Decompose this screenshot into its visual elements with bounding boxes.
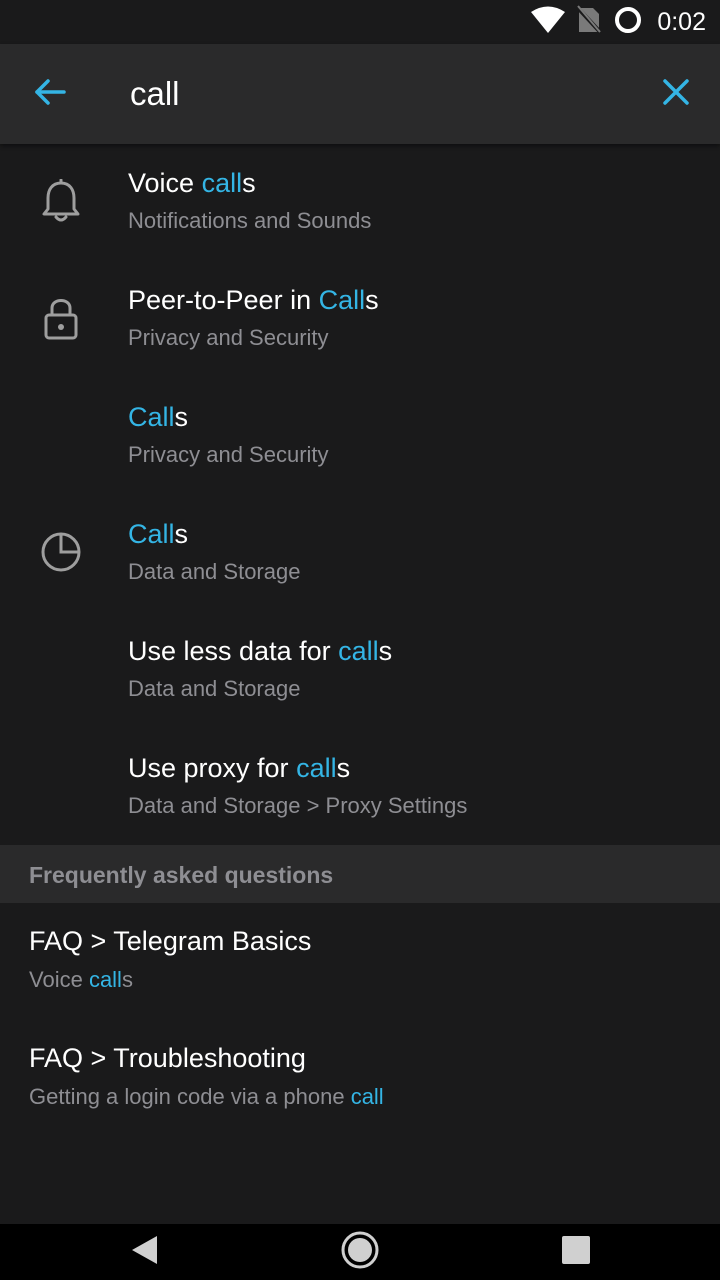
pie-chart-icon	[36, 527, 86, 577]
result-subtitle: Privacy and Security	[128, 325, 329, 350]
section-header-label: Frequently asked questions	[29, 862, 334, 888]
recents-square-icon	[561, 1235, 591, 1270]
back-triangle-icon	[129, 1234, 159, 1271]
search-app-bar	[0, 44, 720, 144]
result-item[interactable]: Calls Data and Storage	[0, 495, 720, 612]
nav-home-button[interactable]	[330, 1230, 390, 1275]
result-subtitle: Privacy and Security	[128, 442, 329, 467]
result-item[interactable]: Calls Privacy and Security	[0, 378, 720, 495]
result-title: Use proxy for calls	[128, 753, 351, 783]
search-results-list: Voice calls Notifications and Sounds Pee…	[0, 144, 720, 846]
result-item[interactable]: Peer-to-Peer in Calls Privacy and Securi…	[0, 261, 720, 378]
no-sim-icon	[575, 4, 603, 40]
search-input[interactable]	[130, 74, 600, 114]
faq-subtitle: Getting a login code via a phone call	[29, 1084, 384, 1109]
status-time: 0:02	[657, 7, 706, 36]
result-item[interactable]: Voice calls Notifications and Sounds	[0, 144, 720, 261]
sync-circle-icon	[613, 5, 643, 40]
faq-section-header: Frequently asked questions	[0, 845, 720, 903]
bell-icon	[36, 176, 86, 226]
status-bar: 0:02	[0, 0, 720, 44]
result-item[interactable]: Use less data for calls Data and Storage	[0, 612, 720, 729]
result-title: Use less data for calls	[128, 636, 393, 666]
result-item[interactable]: Use proxy for calls Data and Storage > P…	[0, 729, 720, 846]
back-button[interactable]	[26, 70, 74, 118]
home-circle-icon	[340, 1230, 380, 1275]
wifi-icon	[531, 6, 566, 39]
faq-title: FAQ > Telegram Basics	[29, 926, 312, 956]
close-icon	[662, 78, 690, 111]
result-title: Calls	[128, 402, 189, 432]
clear-search-button[interactable]	[652, 70, 700, 118]
nav-recents-button[interactable]	[546, 1232, 606, 1272]
faq-subtitle: Voice calls	[29, 967, 133, 992]
faq-results-list: FAQ > Telegram Basics Voice calls FAQ > …	[0, 903, 720, 1137]
faq-item[interactable]: FAQ > Telegram Basics Voice calls	[0, 903, 720, 1020]
status-icons: 0:02	[531, 4, 706, 40]
arrow-left-icon	[34, 78, 66, 111]
lock-icon	[36, 293, 86, 343]
system-nav-bar	[0, 1224, 720, 1280]
faq-title: FAQ > Troubleshooting	[29, 1043, 306, 1073]
result-title: Peer-to-Peer in Calls	[128, 285, 379, 315]
faq-item[interactable]: FAQ > Troubleshooting Getting a login co…	[0, 1020, 720, 1137]
result-subtitle: Data and Storage	[128, 676, 301, 701]
result-title: Calls	[128, 519, 189, 549]
result-subtitle: Data and Storage	[128, 559, 301, 584]
nav-back-button[interactable]	[114, 1232, 174, 1272]
result-title: Voice calls	[128, 168, 256, 198]
result-subtitle: Data and Storage > Proxy Settings	[128, 793, 468, 818]
result-subtitle: Notifications and Sounds	[128, 208, 372, 233]
